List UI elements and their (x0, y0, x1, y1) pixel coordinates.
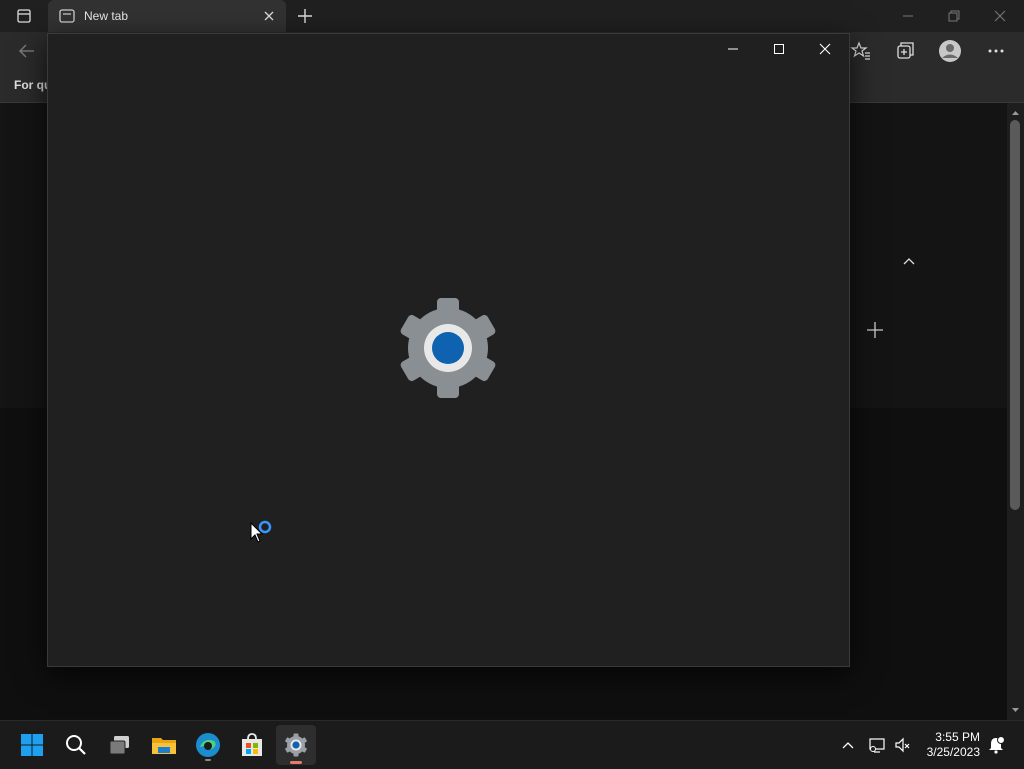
new-tab-icon[interactable] (295, 6, 315, 26)
favorites-item[interactable]: For qu (14, 78, 51, 92)
settings-maximize-button[interactable] (771, 41, 787, 57)
settings-window (47, 33, 850, 667)
tab-title: New tab (84, 9, 129, 23)
browser-titlebar: New tab (0, 0, 1024, 32)
settings-gear-icon (396, 296, 500, 400)
settings-taskbar-button[interactable] (276, 725, 316, 765)
browser-restore-button[interactable] (946, 8, 962, 24)
search-icon[interactable] (60, 729, 92, 761)
collections-icon[interactable] (894, 40, 916, 62)
store-icon[interactable] (236, 729, 268, 761)
active-app-indicator (290, 761, 302, 764)
browser-tab[interactable]: New tab (48, 0, 286, 32)
network-icon[interactable] (867, 735, 887, 755)
collapse-chevron-icon[interactable] (900, 252, 918, 270)
volume-muted-icon[interactable] (893, 735, 913, 755)
mouse-pointer-icon (250, 521, 264, 544)
windows-start-icon[interactable] (16, 729, 48, 761)
add-tile-icon[interactable] (865, 320, 885, 340)
browser-minimize-button[interactable] (900, 8, 916, 24)
clock-date: 3/25/2023 (926, 745, 980, 759)
browser-close-button[interactable] (992, 8, 1008, 24)
task-view-icon[interactable] (104, 729, 136, 761)
settings-minimize-button[interactable] (725, 41, 741, 57)
more-options-icon[interactable] (985, 40, 1007, 62)
edge-icon[interactable] (192, 729, 224, 761)
settings-taskbar-icon (284, 733, 308, 757)
notification-icon[interactable] (986, 735, 1006, 755)
taskbar: 3:55 PM 3/25/2023 (0, 720, 1024, 769)
tab-favicon-icon (58, 7, 76, 25)
favorites-star-icon[interactable] (850, 40, 872, 62)
taskbar-clock[interactable]: 3:55 PM 3/25/2023 (927, 730, 980, 760)
close-tab-icon[interactable] (262, 9, 276, 23)
profile-icon[interactable] (938, 39, 962, 63)
browser-sidebar-icon[interactable] (14, 6, 34, 26)
show-hidden-icons-icon[interactable] (840, 737, 856, 753)
scrollbar-thumb[interactable] (1010, 120, 1020, 510)
settings-close-button[interactable] (817, 41, 833, 57)
back-icon[interactable] (16, 40, 38, 62)
file-explorer-icon[interactable] (148, 729, 180, 761)
clock-time: 3:55 PM (935, 730, 980, 744)
